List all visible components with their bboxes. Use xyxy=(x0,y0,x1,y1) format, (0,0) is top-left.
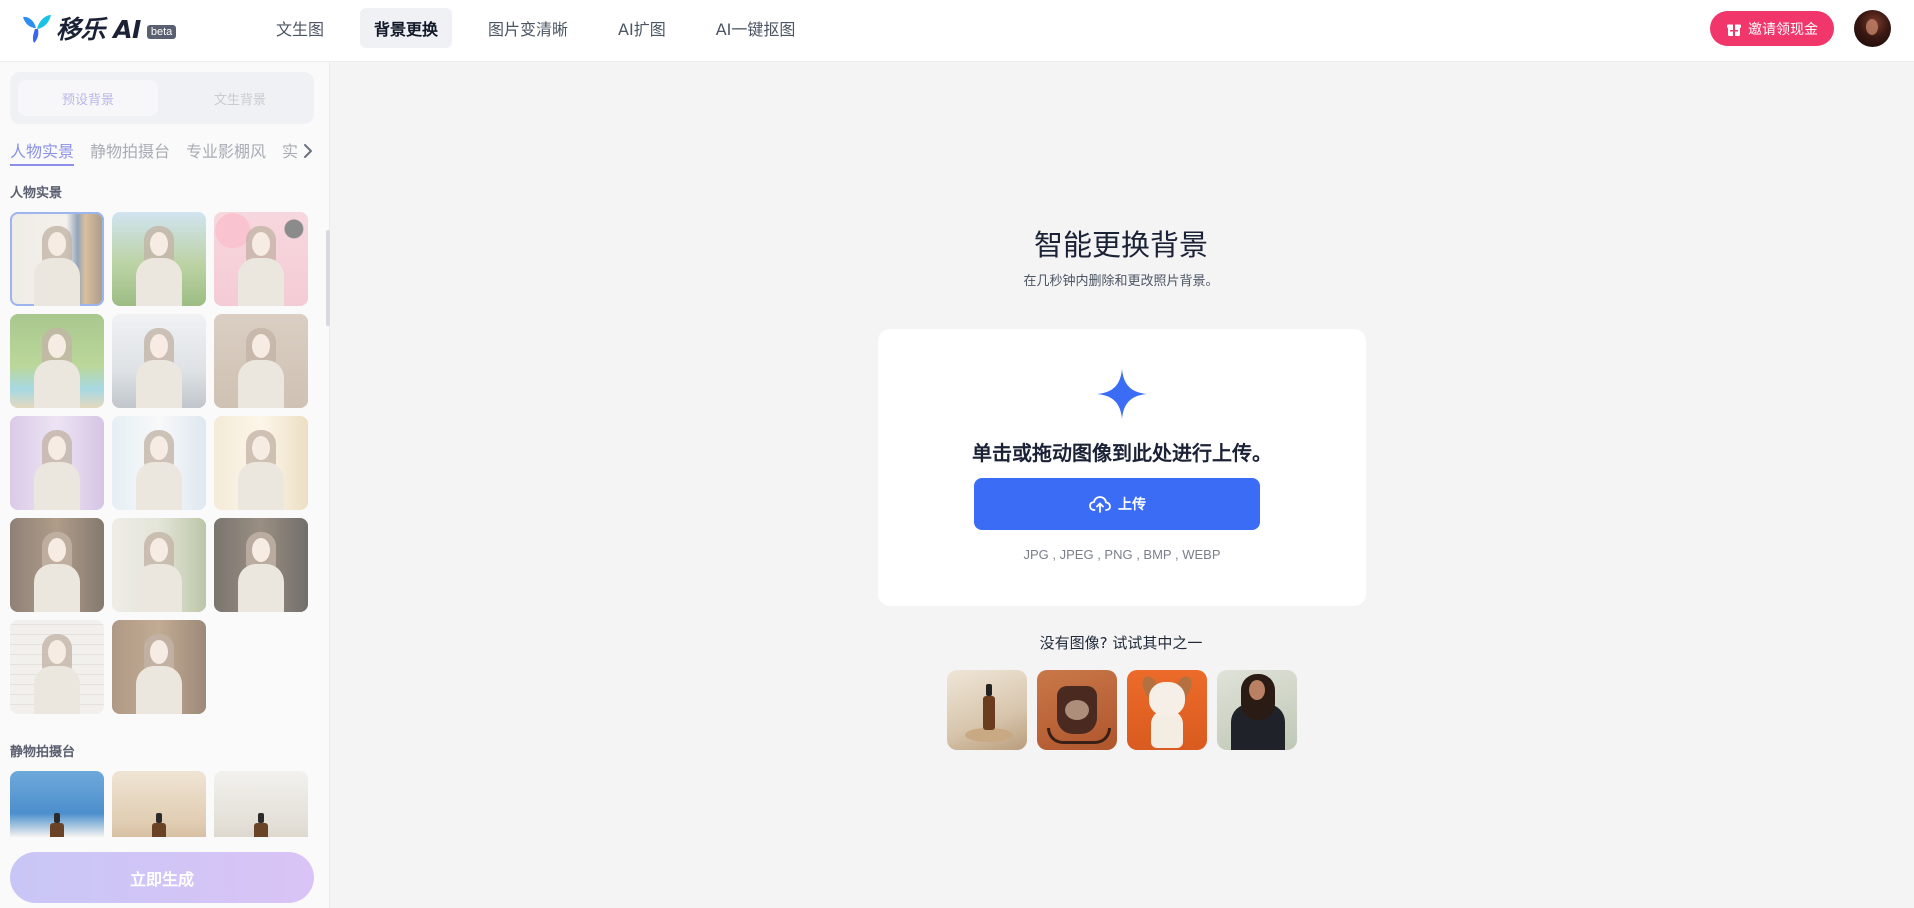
people-background-grid xyxy=(10,212,308,714)
background-thumb[interactable] xyxy=(214,314,308,408)
background-thumb[interactable] xyxy=(112,518,206,612)
generate-button[interactable]: 立即生成 xyxy=(10,852,314,903)
section-title-still-life: 静物拍摄台 xyxy=(10,745,76,760)
cloud-upload-icon xyxy=(1088,494,1112,514)
nav-background-replace[interactable]: 背景更换 xyxy=(360,8,453,48)
supported-formats: JPG , JPEG , PNG , BMP , WEBP xyxy=(1023,547,1221,562)
tab-people-scenes[interactable]: 人物实景 xyxy=(10,138,75,166)
page-title: 智能更换背景 xyxy=(1033,228,1208,262)
beta-badge: beta xyxy=(146,25,177,39)
product-bottle xyxy=(50,813,64,837)
sample-prompt: 没有图像? 试试其中之一 xyxy=(1039,634,1203,652)
logo-text: 移乐 AI xyxy=(56,15,141,44)
background-thumb[interactable] xyxy=(10,314,104,408)
upload-dropzone[interactable]: 单击或拖动图像到此处进行上传。 上传 JPG , JPEG , PNG , BM… xyxy=(878,329,1366,606)
sample-dog[interactable] xyxy=(1127,670,1207,750)
tab-pro-studio[interactable]: 专业影棚风 xyxy=(186,138,266,166)
tab-still-life-stage[interactable]: 静物拍摄台 xyxy=(90,138,170,166)
top-header: 移乐 AI beta 文生图 背景更换 图片变清晰 AI扩图 AI一键抠图 邀请… xyxy=(0,0,1914,62)
chevron-right-icon[interactable] xyxy=(302,142,314,160)
sidebar: 预设背景 文生背景 人物实景 静物拍摄台 专业影棚风 实 人物实景 静物拍摄台 xyxy=(0,62,330,908)
tab-more-cut[interactable]: 实 xyxy=(282,138,298,166)
background-thumb[interactable] xyxy=(10,620,104,714)
still-life-background-grid xyxy=(10,771,308,837)
invite-cash-label: 邀请领现金 xyxy=(1748,21,1818,38)
nav-text-to-image[interactable]: 文生图 xyxy=(262,8,338,48)
segment-text-background[interactable]: 文生背景 xyxy=(170,80,310,116)
background-thumb[interactable] xyxy=(112,771,206,837)
background-thumb[interactable] xyxy=(10,212,104,306)
background-thumb[interactable] xyxy=(112,314,206,408)
background-thumb[interactable] xyxy=(112,620,206,714)
nav-ai-cutout[interactable]: AI一键抠图 xyxy=(702,8,810,48)
segment-preset-background[interactable]: 预设背景 xyxy=(18,80,158,116)
nav-ai-expand[interactable]: AI扩图 xyxy=(604,8,680,48)
upload-button-label: 上传 xyxy=(1118,497,1146,513)
main-nav: 文生图 背景更换 图片变清晰 AI扩图 AI一键抠图 xyxy=(262,8,831,48)
nav-image-enhance[interactable]: 图片变清晰 xyxy=(474,8,582,48)
background-thumb[interactable] xyxy=(10,771,104,837)
logo[interactable]: 移乐 AI beta xyxy=(20,11,177,45)
background-mode-switch: 预设背景 文生背景 xyxy=(10,72,314,124)
section-title-people: 人物实景 xyxy=(10,186,63,201)
background-thumb[interactable] xyxy=(10,416,104,510)
background-thumb[interactable] xyxy=(112,212,206,306)
sparkle-icon xyxy=(1095,367,1149,421)
sample-bag[interactable] xyxy=(1037,670,1117,750)
leaf-logo-icon xyxy=(20,11,54,45)
sample-images xyxy=(947,670,1297,750)
category-tabs: 人物实景 静物拍摄台 专业影棚风 实 xyxy=(10,138,320,168)
background-thumb[interactable] xyxy=(214,771,308,837)
background-thumb[interactable] xyxy=(214,518,308,612)
page-subtitle: 在几秒钟内删除和更改照片背景。 xyxy=(1023,274,1219,289)
background-thumb[interactable] xyxy=(112,416,206,510)
invite-cash-button[interactable]: 邀请领现金 xyxy=(1710,11,1834,46)
sample-bottle[interactable] xyxy=(947,670,1027,750)
product-bottle xyxy=(152,813,166,837)
upload-button[interactable]: 上传 xyxy=(974,478,1260,530)
gift-icon xyxy=(1726,21,1742,37)
upload-instruction: 单击或拖动图像到此处进行上传。 xyxy=(972,441,1272,465)
sample-woman[interactable] xyxy=(1217,670,1297,750)
product-bottle xyxy=(254,813,268,837)
avatar[interactable] xyxy=(1854,10,1891,47)
background-thumb[interactable] xyxy=(10,518,104,612)
background-thumb[interactable] xyxy=(214,212,308,306)
sidebar-scrollbar[interactable] xyxy=(326,230,330,326)
background-thumb[interactable] xyxy=(214,416,308,510)
